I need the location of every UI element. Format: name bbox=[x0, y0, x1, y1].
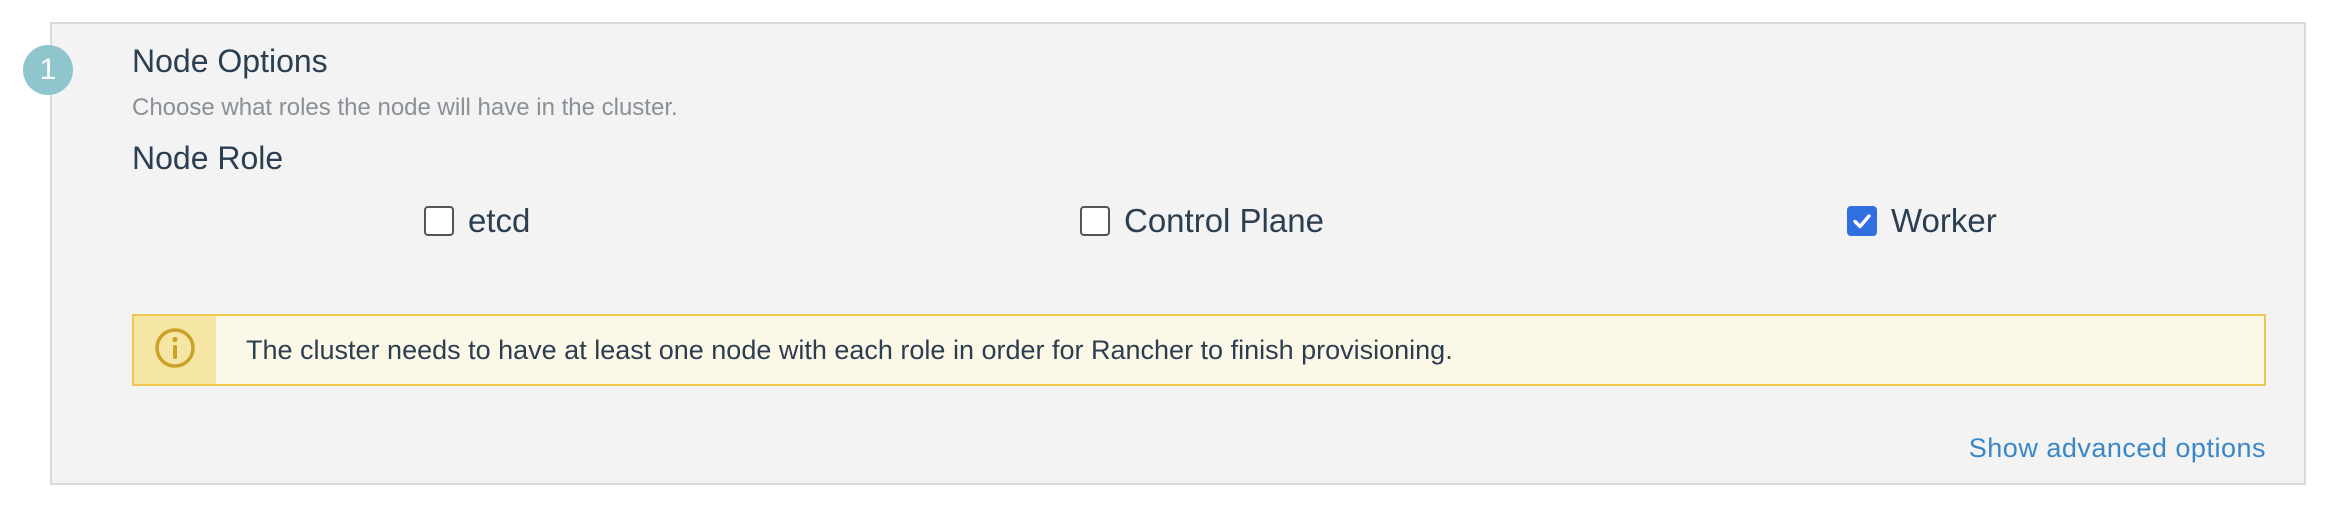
checkmark-icon bbox=[1853, 214, 1871, 229]
node-role-label: Node Role bbox=[132, 140, 284, 176]
etcd-checkbox[interactable] bbox=[424, 206, 454, 236]
step-number-badge: 1 bbox=[23, 45, 73, 95]
role-option-label: etcd bbox=[468, 202, 531, 239]
node-options-panel bbox=[50, 22, 2306, 485]
control-plane-checkbox[interactable] bbox=[1080, 206, 1110, 236]
info-alert: The cluster needs to have at least one n… bbox=[132, 314, 2266, 386]
worker-checkbox[interactable] bbox=[1847, 206, 1877, 236]
alert-message: The cluster needs to have at least one n… bbox=[246, 334, 1453, 365]
show-advanced-options-link[interactable]: Show advanced options bbox=[1969, 433, 2266, 464]
section-title: Node Options bbox=[132, 43, 328, 79]
alert-icon-box bbox=[134, 316, 216, 384]
role-option-label: Control Plane bbox=[1124, 202, 1324, 239]
info-circle-icon bbox=[153, 326, 197, 375]
role-option-label: Worker bbox=[1891, 202, 1997, 239]
role-option-control-plane[interactable]: Control Plane bbox=[1080, 200, 1324, 242]
role-option-etcd[interactable]: etcd bbox=[424, 200, 530, 242]
section-subtitle: Choose what roles the node will have in … bbox=[132, 94, 678, 121]
role-option-worker[interactable]: Worker bbox=[1847, 200, 1997, 242]
